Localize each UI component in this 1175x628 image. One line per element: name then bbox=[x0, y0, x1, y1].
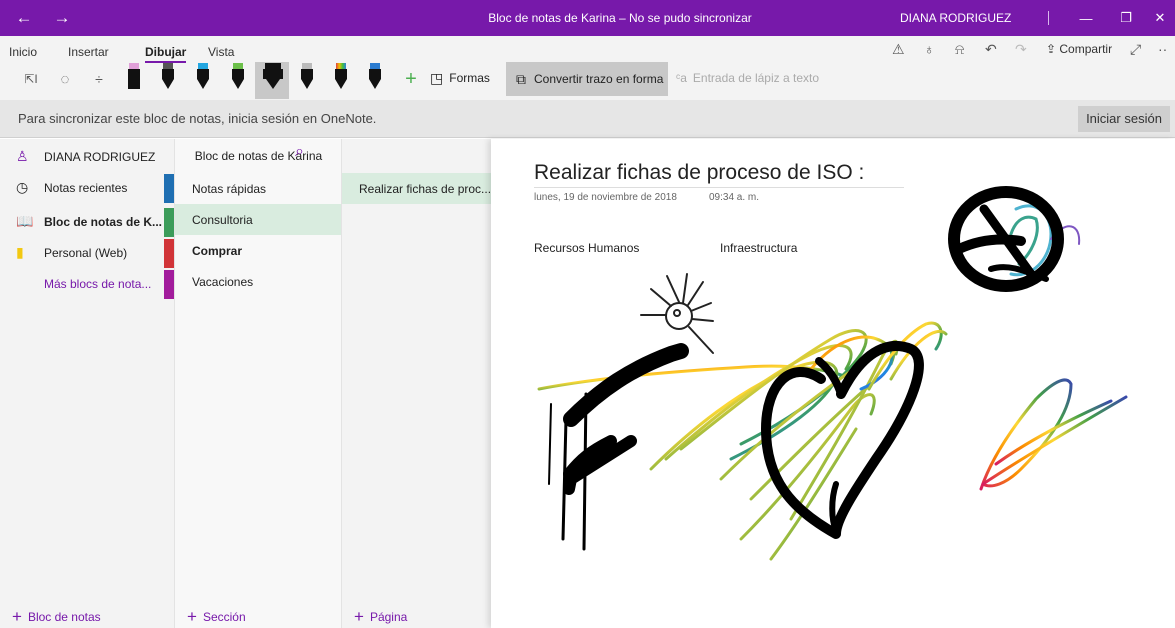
bell-icon[interactable]: ⍾ bbox=[955, 41, 964, 58]
search-icon[interactable]: ⌕ bbox=[295, 143, 304, 161]
notebook-label: Personal (Web) bbox=[44, 245, 128, 260]
highlighter-pen-icon[interactable] bbox=[262, 63, 284, 89]
tab-inicio[interactable]: Inicio bbox=[9, 45, 37, 59]
section-color-stripe bbox=[164, 174, 174, 203]
tab-insertar[interactable]: Insertar bbox=[68, 45, 109, 59]
formas-label: Formas bbox=[449, 71, 490, 85]
plus-icon: + bbox=[354, 607, 364, 626]
titlebar-user[interactable]: DIANA RODRIGUEZ bbox=[900, 0, 1011, 36]
notebooks-pane: ♙ DIANA RODRIGUEZ ◷ Notas recientes 📖 Bl… bbox=[0, 139, 174, 628]
section-color-stripe bbox=[164, 270, 174, 299]
ocean-pen-icon[interactable] bbox=[368, 63, 382, 89]
more-options-icon[interactable]: ·· bbox=[1158, 41, 1167, 57]
section-color-stripe bbox=[164, 208, 174, 237]
add-space-icon[interactable]: ÷ bbox=[88, 62, 110, 96]
lightbulb-icon[interactable]: ♁ bbox=[924, 41, 935, 57]
plus-icon: + bbox=[12, 607, 22, 626]
share-button[interactable]: ⇪ Compartir bbox=[1046, 42, 1112, 56]
plus-icon: + bbox=[187, 607, 197, 626]
notebook-icon: 📖 bbox=[16, 213, 34, 229]
add-page-label: Página bbox=[369, 610, 408, 624]
undo-icon[interactable]: ↶ bbox=[985, 41, 997, 58]
redo-icon[interactable]: ↷ bbox=[1015, 41, 1027, 58]
page-canvas[interactable]: Realizar fichas de proceso de ISO : lune… bbox=[491, 139, 1175, 628]
notebook-yellow-icon: ▮ bbox=[16, 244, 24, 260]
warning-icon[interactable]: ⚠ bbox=[892, 41, 905, 58]
galaxy-pen-icon[interactable] bbox=[300, 63, 314, 89]
sun-sketch bbox=[640, 273, 714, 354]
select-text-icon[interactable]: ⇱I bbox=[20, 62, 42, 96]
section-item[interactable]: Notas rápidas bbox=[175, 173, 342, 204]
notebook-item-personal[interactable]: ▮ Personal (Web) bbox=[0, 237, 174, 268]
black-circle-symbol bbox=[948, 186, 1081, 292]
ink-drawing[interactable] bbox=[491, 139, 1175, 628]
window-title: Bloc de notas de Karina – No se pudo sin… bbox=[488, 11, 752, 25]
account-row[interactable]: ♙ DIANA RODRIGUEZ bbox=[0, 141, 174, 172]
forward-arrow-icon[interactable]: → bbox=[44, 0, 80, 36]
sections-pane: Bloc de notas de Karina ⌕ Notas rápidas … bbox=[174, 139, 342, 628]
notebook-item-recent[interactable]: ◷ Notas recientes bbox=[0, 172, 174, 203]
add-page-button[interactable]: + Página bbox=[342, 606, 407, 628]
page-item[interactable]: Realizar fichas de proc... bbox=[342, 173, 492, 204]
ribbon: Inicio Insertar Dibujar Vista ⚠ ♁ ⍾ ↶ ↷ … bbox=[0, 36, 1175, 100]
signin-button[interactable]: Iniciar sesión bbox=[1078, 106, 1170, 132]
sync-message: Para sincronizar este bloc de notas, ini… bbox=[18, 111, 377, 126]
section-item[interactable]: Consultoria bbox=[175, 204, 342, 235]
more-notebooks-link[interactable]: Más blocs de nota... bbox=[0, 268, 174, 299]
clock-icon: ◷ bbox=[16, 179, 29, 195]
close-icon[interactable]: ✕ bbox=[1140, 0, 1175, 36]
add-notebook-button[interactable]: + Bloc de notas bbox=[0, 606, 101, 628]
notebook-item-karina[interactable]: 📖 Bloc de notas de K... bbox=[0, 206, 174, 237]
black-f-letter bbox=[548, 343, 689, 551]
tab-vista[interactable]: Vista bbox=[208, 45, 234, 59]
section-color-stripe bbox=[164, 239, 174, 268]
green-pen-icon[interactable] bbox=[231, 63, 245, 89]
section-item[interactable]: Comprar bbox=[175, 235, 342, 266]
shapes-icon: ◳ bbox=[430, 69, 444, 86]
share-icon: ⇪ bbox=[1046, 42, 1060, 56]
ink-to-text-icon: ᶜa bbox=[676, 71, 687, 85]
minimize-icon[interactable]: — bbox=[1066, 0, 1106, 36]
sync-info-bar: Para sincronizar este bloc de notas, ini… bbox=[0, 100, 1175, 138]
fullscreen-icon[interactable]: ⤢ bbox=[1130, 41, 1141, 58]
rainbow-pen-icon[interactable] bbox=[334, 63, 348, 89]
cyan-pen-icon[interactable] bbox=[196, 63, 210, 89]
person-icon: ♙ bbox=[16, 148, 29, 164]
convert-ink-to-shape-button[interactable]: ⧉ Convertir trazo en forma bbox=[506, 62, 668, 96]
formas-button[interactable]: ◳ Formas bbox=[430, 63, 490, 93]
pages-pane: Realizar fichas de proc... + Página bbox=[341, 139, 492, 628]
add-notebook-label: Bloc de notas bbox=[27, 610, 101, 624]
back-arrow-icon[interactable]: ← bbox=[6, 0, 42, 36]
notebook-label: Notas recientes bbox=[44, 180, 128, 195]
lasso-select-icon[interactable]: ◌ bbox=[54, 62, 76, 96]
convert-shape-icon: ⧉ bbox=[516, 70, 526, 87]
titlebar-separator bbox=[1048, 11, 1049, 25]
sections-header: Bloc de notas de Karina bbox=[175, 139, 342, 173]
section-item[interactable]: Vacaciones bbox=[175, 266, 342, 297]
black-pen-icon[interactable] bbox=[161, 63, 175, 89]
notebook-label: Bloc de notas de K... bbox=[44, 214, 163, 229]
title-bar: ← → Bloc de notas de Karina – No se pudo… bbox=[0, 0, 1175, 36]
tab-dibujar[interactable]: Dibujar bbox=[145, 45, 187, 63]
share-label: Compartir bbox=[1059, 42, 1113, 56]
add-section-label: Sección bbox=[202, 610, 246, 624]
account-name: DIANA RODRIGUEZ bbox=[44, 149, 156, 164]
convert-label: Convertir trazo en forma bbox=[534, 72, 664, 86]
lapiz-label: Entrada de lápiz a texto bbox=[692, 71, 820, 85]
more-notebooks-label: Más blocs de nota... bbox=[44, 276, 152, 291]
eraser-pen-icon[interactable] bbox=[127, 63, 141, 89]
ink-to-text-button[interactable]: ᶜa Entrada de lápiz a texto bbox=[676, 63, 819, 93]
add-section-button[interactable]: + Sección bbox=[175, 606, 246, 628]
add-pen-icon[interactable]: + bbox=[400, 62, 422, 96]
rainbow-leaf bbox=[979, 378, 1128, 491]
